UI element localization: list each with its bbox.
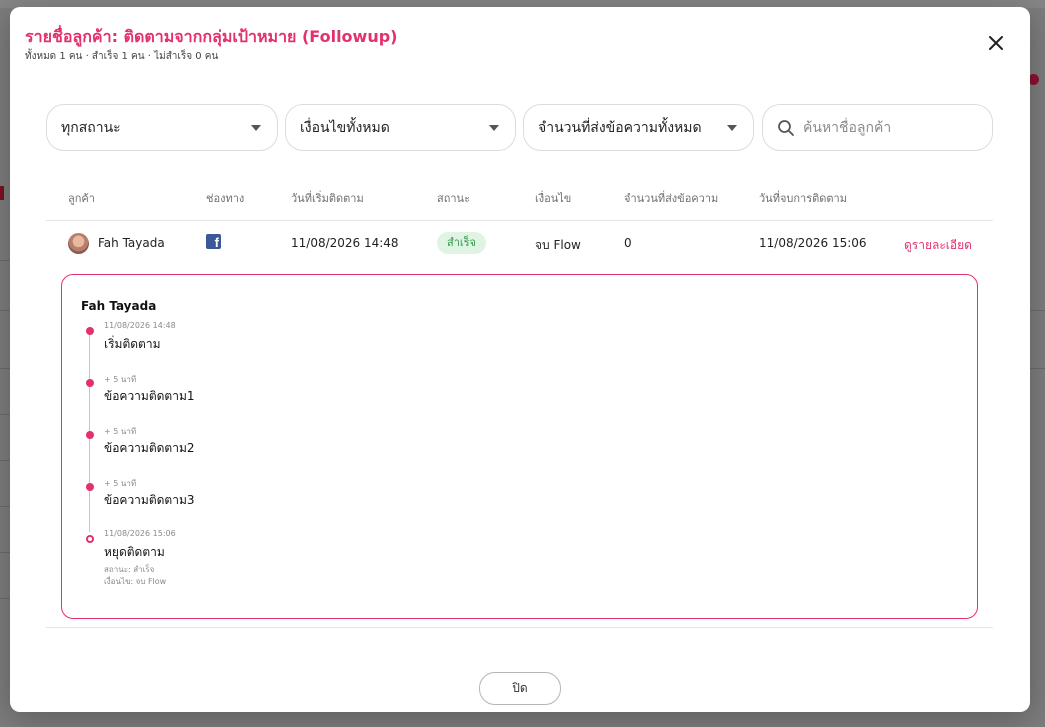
view-details-link[interactable]: ดูรายละเอียด <box>904 236 972 255</box>
timeline-line <box>89 327 90 532</box>
close-icon[interactable] <box>984 31 1008 55</box>
column-header-status: สถานะ <box>437 192 470 205</box>
background-divider <box>0 368 10 369</box>
status-filter-value: ทุกสถานะ <box>61 119 121 136</box>
timeline-title: ข้อความติดตาม3 <box>104 493 195 507</box>
timeline-dot <box>86 327 94 335</box>
timeline-title: หยุดติดตาม <box>104 545 165 559</box>
column-header-end-date: วันที่จบการติดตาม <box>759 192 847 205</box>
close-button[interactable]: ปิด <box>479 672 561 705</box>
background-divider <box>0 598 10 599</box>
followup-timeline-panel: Fah Tayada 11/08/2026 14:48 เริ่มติดตาม … <box>61 274 978 619</box>
timeline-time: + 5 นาที <box>104 479 137 488</box>
condition: จบ Flow <box>535 238 581 252</box>
table-header: ลูกค้า ช่องทาง วันที่เริ่มติดตาม สถานะ เ… <box>46 185 993 221</box>
timeline-time: + 5 นาที <box>104 427 137 436</box>
caret-down-icon <box>727 125 737 131</box>
caret-down-icon <box>251 125 261 131</box>
status-filter-dropdown[interactable]: ทุกสถานะ <box>46 104 278 151</box>
customer-search-input[interactable]: ค้นหาชื่อลูกค้า <box>762 104 993 151</box>
avatar <box>68 233 89 254</box>
background-divider <box>0 310 10 311</box>
column-header-message-count: จำนวนที่ส่งข้อความ <box>624 192 719 205</box>
search-icon <box>778 119 794 136</box>
background-divider <box>0 260 10 261</box>
modal-subtitle: ทั้งหมด 1 คน · สำเร็จ 1 คน · ไม่สำเร็จ 0… <box>25 51 219 62</box>
timeline-time: + 5 นาที <box>104 375 137 384</box>
end-date: 11/08/2026 15:06 <box>759 236 867 250</box>
background-divider <box>0 460 10 461</box>
start-date: 11/08/2026 14:48 <box>291 236 399 250</box>
timeline-dot <box>86 431 94 439</box>
timeline-time: 11/08/2026 14:48 <box>104 321 176 330</box>
background-divider <box>1029 368 1045 369</box>
timeline-time: 11/08/2026 15:06 <box>104 529 176 538</box>
status-badge: สำเร็จ <box>437 232 487 254</box>
column-header-channel: ช่องทาง <box>206 192 245 205</box>
timeline-dot <box>86 379 94 387</box>
timeline-condition: เงื่อนไข: จบ Flow <box>104 577 167 586</box>
condition-filter-dropdown[interactable]: เงื่อนไขทั้งหมด <box>285 104 516 151</box>
column-header-start-date: วันที่เริ่มติดตาม <box>291 192 364 205</box>
timeline-title: เริ่มติดตาม <box>104 337 161 351</box>
background-divider <box>0 506 10 507</box>
table-row: Fah Tayada f 11/08/2026 14:48 สำเร็จ จบ … <box>46 222 993 266</box>
customer-name: Fah Tayada <box>98 236 165 250</box>
background-divider <box>1029 310 1045 311</box>
message-count-filter-value: จำนวนที่ส่งข้อความทั้งหมด <box>538 119 702 136</box>
background-accent-fragment <box>0 186 4 200</box>
search-placeholder: ค้นหาชื่อลูกค้า <box>803 119 892 136</box>
background-divider <box>0 414 10 415</box>
timeline-title: ข้อความติดตาม1 <box>104 389 195 403</box>
timeline-dot-end <box>86 535 94 543</box>
caret-down-icon <box>489 125 499 131</box>
divider <box>46 627 993 628</box>
facebook-icon: f <box>206 234 221 250</box>
condition-filter-value: เงื่อนไขทั้งหมด <box>300 119 390 136</box>
column-header-customer: ลูกค้า <box>68 192 95 205</box>
timeline-title: ข้อความติดตาม2 <box>104 441 195 455</box>
followup-customer-modal: รายชื่อลูกค้า: ติดตามจากกลุ่มเป้าหมาย (F… <box>10 7 1030 712</box>
modal-title: รายชื่อลูกค้า: ติดตามจากกลุ่มเป้าหมาย (F… <box>25 27 398 46</box>
column-header-condition: เงื่อนไข <box>535 192 572 205</box>
background-divider <box>0 552 10 553</box>
message-count-filter-dropdown[interactable]: จำนวนที่ส่งข้อความทั้งหมด <box>523 104 754 151</box>
timeline-customer-name: Fah Tayada <box>81 299 157 313</box>
timeline-dot <box>86 483 94 491</box>
message-count: 0 <box>624 236 632 250</box>
